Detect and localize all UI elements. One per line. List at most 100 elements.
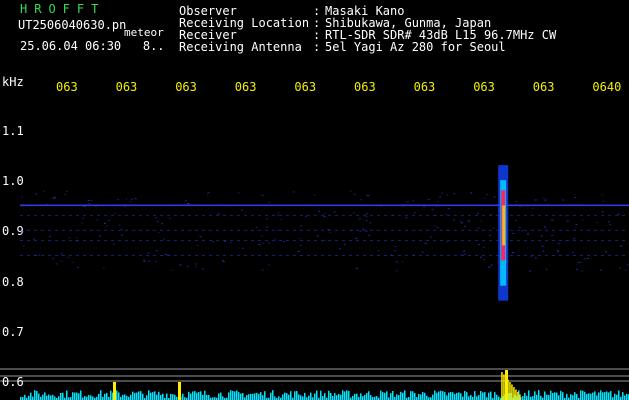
noise-dot bbox=[267, 264, 270, 266]
level-bar bbox=[526, 395, 528, 400]
level-bar bbox=[362, 396, 364, 400]
level-bar bbox=[422, 392, 424, 400]
level-bar bbox=[44, 392, 46, 400]
level-bar bbox=[104, 393, 106, 400]
noise-dot bbox=[353, 193, 356, 195]
noise-dot bbox=[430, 236, 433, 238]
noise-dot bbox=[87, 203, 90, 205]
level-bar bbox=[364, 394, 366, 400]
noise-dot bbox=[22, 245, 25, 247]
noise-dot bbox=[99, 235, 102, 237]
noise-dot bbox=[573, 238, 576, 240]
level-bar bbox=[410, 391, 412, 400]
level-bar bbox=[600, 390, 602, 400]
level-bar bbox=[488, 392, 490, 400]
noise-dot bbox=[68, 237, 71, 239]
noise-dot bbox=[489, 214, 492, 216]
noise-dot bbox=[492, 227, 495, 229]
level-bar bbox=[142, 393, 144, 400]
level-bar bbox=[534, 391, 536, 400]
noise-dot bbox=[117, 199, 120, 201]
noise-dot bbox=[355, 237, 358, 239]
noise-dot bbox=[276, 214, 279, 216]
noise-dot bbox=[83, 205, 86, 207]
level-bar bbox=[136, 392, 138, 400]
noise-dot bbox=[299, 245, 302, 247]
level-bar bbox=[84, 396, 86, 400]
noise-dot bbox=[542, 250, 545, 252]
level-bar bbox=[584, 391, 586, 400]
level-spike bbox=[507, 379, 509, 400]
level-bar bbox=[52, 394, 54, 400]
level-bar bbox=[412, 391, 414, 400]
noise-dot bbox=[64, 193, 67, 195]
noise-dot bbox=[124, 206, 127, 208]
noise-dot bbox=[556, 250, 559, 252]
noise-dot bbox=[365, 213, 368, 215]
noise-dot bbox=[395, 270, 398, 272]
level-bar bbox=[202, 394, 204, 400]
level-bar bbox=[38, 393, 40, 400]
level-bar bbox=[544, 391, 546, 400]
level-bar bbox=[98, 393, 100, 400]
noise-dot bbox=[583, 258, 586, 260]
noise-dot bbox=[158, 231, 161, 233]
noise-dot bbox=[470, 192, 473, 194]
noise-dot bbox=[541, 245, 544, 247]
level-bar bbox=[194, 391, 196, 400]
noise-dot bbox=[483, 197, 486, 199]
level-bar bbox=[330, 393, 332, 400]
level-bar bbox=[598, 392, 600, 400]
level-bar bbox=[66, 390, 68, 400]
level-bar bbox=[418, 393, 420, 400]
noise-dot bbox=[96, 219, 99, 221]
level-bar bbox=[346, 390, 348, 400]
noise-dot bbox=[134, 198, 137, 200]
noise-dot bbox=[600, 269, 603, 271]
level-bar bbox=[232, 390, 234, 400]
level-bar bbox=[160, 395, 162, 400]
level-bar bbox=[456, 392, 458, 400]
level-bar bbox=[384, 392, 386, 400]
level-bar bbox=[576, 394, 578, 400]
noise-dot bbox=[562, 199, 565, 201]
level-bar bbox=[46, 395, 48, 400]
level-bar bbox=[54, 396, 56, 400]
level-bar bbox=[152, 392, 154, 400]
noise-dot bbox=[292, 191, 295, 193]
level-bar bbox=[50, 395, 52, 400]
noise-dot bbox=[365, 230, 368, 232]
noise-dot bbox=[280, 218, 283, 220]
level-bar bbox=[206, 395, 208, 400]
level-bar bbox=[550, 390, 552, 400]
noise-dot bbox=[395, 261, 398, 263]
level-bar bbox=[498, 396, 500, 400]
noise-dot bbox=[313, 194, 316, 196]
level-bar bbox=[590, 393, 592, 400]
noise-dot bbox=[566, 220, 569, 222]
noise-dot bbox=[55, 263, 58, 265]
level-bar bbox=[34, 390, 36, 400]
noise-dot bbox=[413, 212, 416, 214]
noise-dot bbox=[351, 230, 354, 232]
noise-dot bbox=[154, 260, 157, 262]
level-bar bbox=[256, 392, 258, 400]
level-bar bbox=[278, 396, 280, 400]
level-bar bbox=[58, 396, 60, 400]
noise-dot bbox=[468, 220, 471, 222]
level-bar bbox=[116, 390, 118, 400]
level-bar bbox=[454, 393, 456, 400]
level-bar bbox=[126, 395, 128, 400]
noise-dot bbox=[620, 245, 623, 247]
noise-dot bbox=[367, 195, 370, 197]
level-bar bbox=[338, 393, 340, 400]
noise-dot bbox=[52, 197, 55, 199]
noise-dot bbox=[575, 224, 578, 226]
noise-dot bbox=[361, 228, 364, 230]
level-bar bbox=[546, 394, 548, 400]
level-bar bbox=[80, 390, 82, 400]
noise-dot bbox=[168, 217, 171, 219]
level-bar bbox=[490, 391, 492, 400]
level-bar bbox=[560, 390, 562, 400]
level-bar bbox=[556, 392, 558, 400]
